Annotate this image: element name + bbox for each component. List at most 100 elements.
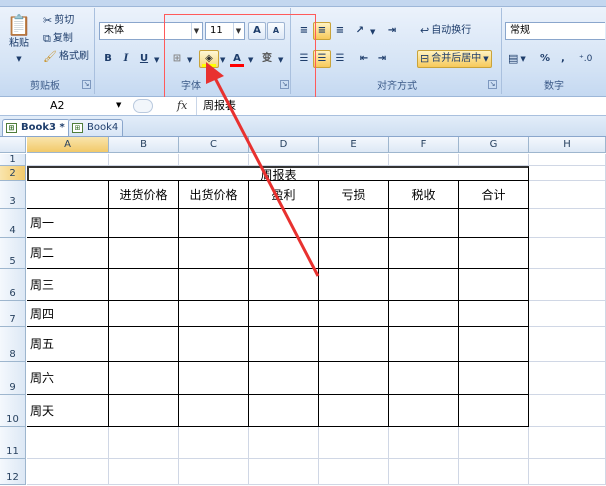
table-cell[interactable] xyxy=(459,459,529,485)
table-cell[interactable] xyxy=(249,459,319,485)
day-label[interactable]: 周天 xyxy=(27,395,109,427)
clipboard-launcher-icon[interactable]: ↘ xyxy=(82,80,91,89)
wrap-text-button[interactable]: ↩ 自动换行 xyxy=(417,22,474,40)
table-cell[interactable] xyxy=(109,459,179,485)
number-format-dropdown[interactable]: 常规 xyxy=(505,22,605,40)
row-header[interactable]: 5 xyxy=(0,238,26,269)
table-cell[interactable] xyxy=(319,327,389,362)
table-cell[interactable] xyxy=(179,327,249,362)
table-cell[interactable] xyxy=(389,301,459,327)
underline-button[interactable]: U xyxy=(135,50,153,68)
table-cell[interactable] xyxy=(389,209,459,238)
table-title[interactable]: 周报表 xyxy=(27,166,529,181)
column-header[interactable]: E xyxy=(319,137,389,153)
fx-icon[interactable]: fx xyxy=(177,98,187,114)
table-cell[interactable] xyxy=(249,238,319,269)
table-cell[interactable] xyxy=(529,327,606,362)
table-cell[interactable] xyxy=(529,427,606,459)
day-label[interactable]: 周一 xyxy=(27,209,109,238)
table-cell[interactable] xyxy=(249,154,319,166)
table-cell[interactable] xyxy=(249,301,319,327)
table-cell[interactable] xyxy=(529,238,606,269)
table-cell[interactable] xyxy=(389,154,459,166)
name-box[interactable]: A2 ▼ xyxy=(2,98,130,114)
table-cell[interactable] xyxy=(529,166,606,181)
column-title[interactable]: 盈利 xyxy=(249,181,319,209)
table-cell[interactable] xyxy=(249,209,319,238)
row-header[interactable]: 2 xyxy=(0,166,26,181)
column-title[interactable]: 亏损 xyxy=(319,181,389,209)
table-cell[interactable] xyxy=(179,209,249,238)
table-cell[interactable] xyxy=(459,269,529,301)
column-title[interactable]: 税收 xyxy=(389,181,459,209)
table-cell[interactable] xyxy=(109,327,179,362)
table-cell[interactable] xyxy=(179,459,249,485)
day-label[interactable]: 周三 xyxy=(27,269,109,301)
table-cell[interactable] xyxy=(179,395,249,427)
row-header[interactable]: 3 xyxy=(0,181,26,209)
table-cell[interactable] xyxy=(27,181,109,209)
table-cell[interactable] xyxy=(109,427,179,459)
table-cell[interactable] xyxy=(27,154,109,166)
row-header[interactable]: 7 xyxy=(0,301,26,327)
bold-button[interactable]: B xyxy=(99,50,117,68)
table-cell[interactable] xyxy=(529,301,606,327)
day-label[interactable]: 周五 xyxy=(27,327,109,362)
table-cell[interactable] xyxy=(529,209,606,238)
comma-button[interactable]: , xyxy=(558,50,568,68)
table-cell[interactable] xyxy=(179,269,249,301)
row-header[interactable]: 12 xyxy=(0,459,26,485)
formula-input[interactable]: 周报表 xyxy=(196,97,606,115)
table-cell[interactable] xyxy=(249,327,319,362)
chevron-down-icon[interactable]: ▼ xyxy=(370,25,375,39)
table-cell[interactable] xyxy=(319,154,389,166)
row-header[interactable]: 9 xyxy=(0,362,26,395)
column-header[interactable]: H xyxy=(529,137,606,153)
table-cell[interactable] xyxy=(389,427,459,459)
table-cell[interactable] xyxy=(179,362,249,395)
table-cell[interactable] xyxy=(529,269,606,301)
day-label[interactable]: 周二 xyxy=(27,238,109,269)
table-cell[interactable] xyxy=(459,395,529,427)
table-cell[interactable] xyxy=(389,395,459,427)
increase-decimal-button[interactable]: ⁺.0 xyxy=(576,50,604,68)
table-cell[interactable] xyxy=(109,362,179,395)
row-header[interactable]: 10 xyxy=(0,395,26,427)
table-cell[interactable] xyxy=(109,269,179,301)
italic-button[interactable]: I xyxy=(117,50,135,68)
format-painter-button[interactable]: 🖌 格式刷 xyxy=(40,48,92,66)
table-cell[interactable] xyxy=(459,327,529,362)
table-cell[interactable] xyxy=(529,395,606,427)
decrease-indent-button[interactable]: ⇤ xyxy=(355,50,373,68)
merge-center-button[interactable]: ⊟ 合并后居中 ▼ xyxy=(417,50,492,68)
day-label[interactable]: 周六 xyxy=(27,362,109,395)
table-cell[interactable] xyxy=(179,427,249,459)
table-cell[interactable] xyxy=(319,238,389,269)
column-title[interactable]: 合计 xyxy=(459,181,529,209)
select-all-corner[interactable] xyxy=(0,137,26,153)
table-cell[interactable] xyxy=(109,301,179,327)
table-cell[interactable] xyxy=(319,362,389,395)
column-header[interactable]: C xyxy=(179,137,249,153)
tab-book3[interactable]: ⊞ Book3 * xyxy=(2,119,70,136)
currency-button[interactable]: ▤ ▼ xyxy=(505,50,529,68)
row-header[interactable]: 8 xyxy=(0,327,26,362)
table-cell[interactable] xyxy=(529,459,606,485)
alignment-launcher-icon[interactable]: ↘ xyxy=(488,80,497,89)
column-header[interactable]: A xyxy=(27,137,109,153)
table-cell[interactable] xyxy=(459,209,529,238)
align-bottom-button[interactable]: ≡ xyxy=(331,22,349,40)
table-cell[interactable] xyxy=(459,301,529,327)
table-cell[interactable] xyxy=(179,238,249,269)
table-cell[interactable] xyxy=(249,427,319,459)
row-header[interactable]: 4 xyxy=(0,209,26,238)
table-cell[interactable] xyxy=(109,209,179,238)
table-cell[interactable] xyxy=(109,395,179,427)
table-cell[interactable] xyxy=(179,154,249,166)
column-header[interactable]: G xyxy=(459,137,529,153)
row-header[interactable]: 6 xyxy=(0,269,26,301)
chevron-down-icon[interactable]: ▼ xyxy=(154,53,159,67)
table-cell[interactable] xyxy=(319,209,389,238)
copy-button[interactable]: ⧉ 复制 xyxy=(40,30,76,48)
column-title[interactable]: 出货价格 xyxy=(179,181,249,209)
